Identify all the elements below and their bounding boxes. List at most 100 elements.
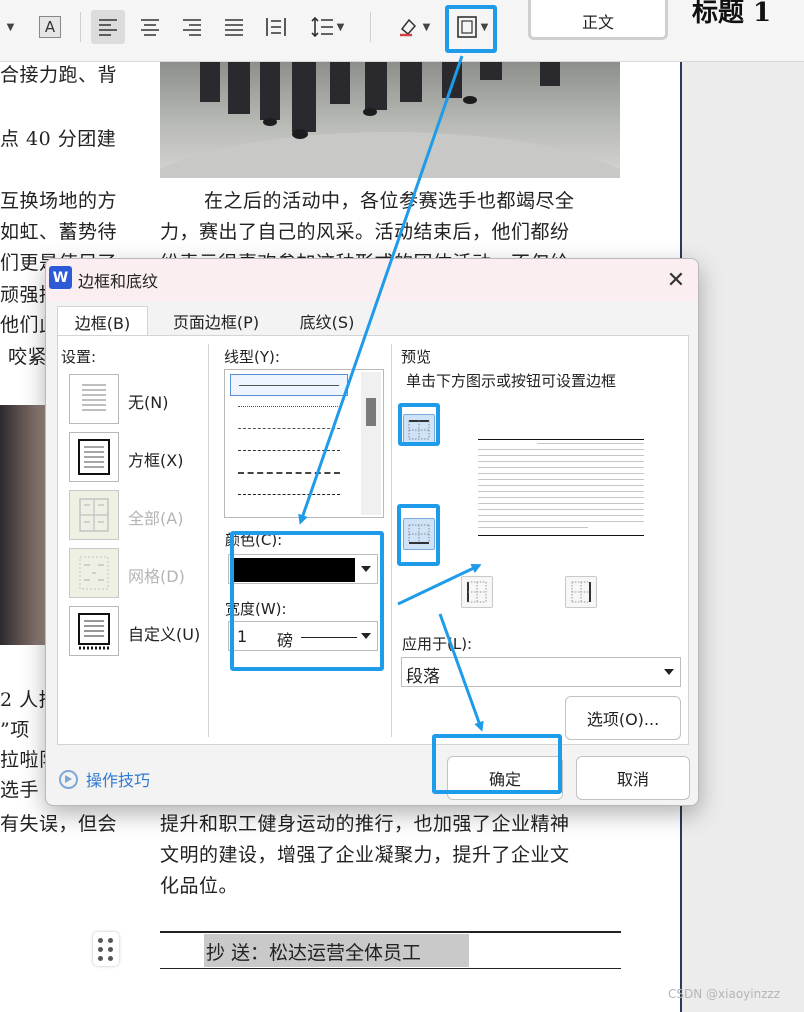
- setting-custom[interactable]: [69, 606, 119, 656]
- border-button-highlight: [445, 5, 497, 53]
- body-line: 提升和职工健身运动的推行，也加强了企业精神: [160, 813, 570, 835]
- preview-text-line: [478, 455, 644, 456]
- preview-text-line: [537, 443, 644, 444]
- align-center-button[interactable]: [135, 10, 165, 44]
- setting-none-icon: [82, 384, 106, 411]
- distributed-icon: [266, 18, 286, 36]
- preview-text-line: [478, 467, 644, 468]
- photo-jump-rope: [160, 62, 620, 178]
- options-button[interactable]: 选项(O)...: [565, 696, 681, 740]
- body-line: 化品位。: [160, 875, 239, 897]
- settings-label: 设置:: [61, 348, 97, 366]
- color-width-highlight: [230, 531, 384, 671]
- tab-shading[interactable]: 底纹(S): [290, 306, 364, 336]
- setting-all-label: 全部(A): [128, 509, 184, 528]
- left-column-line: 点 40 分团建: [0, 128, 117, 150]
- body-line: 力，赛出了自己的风采。活动结束后，他们都纷: [160, 221, 570, 243]
- apply-to-label: 应用于(L):: [402, 635, 473, 653]
- border-right-icon: [571, 581, 591, 603]
- setting-grid-icon: [79, 556, 109, 590]
- style-heading-label: 标题 1: [692, 0, 772, 28]
- align-right-icon: [183, 19, 201, 36]
- toolbar-divider: [370, 12, 371, 42]
- setting-grid: [69, 548, 119, 598]
- align-left-button[interactable]: [91, 10, 125, 44]
- tab-page-border[interactable]: 页面边框(P): [158, 306, 274, 336]
- preview-text-line: [478, 521, 644, 522]
- photo-activity-left: [0, 405, 45, 645]
- font-color-icon: A: [39, 16, 61, 38]
- preview-text-line: [478, 509, 644, 510]
- shading-icon: [399, 18, 416, 37]
- setting-all-icon: [79, 498, 109, 532]
- setting-none[interactable]: [69, 374, 119, 424]
- preview-left-border-button[interactable]: [461, 576, 493, 608]
- preview-text-line: [478, 503, 644, 504]
- left-column-line: 选手: [0, 779, 40, 801]
- tab-borders[interactable]: 边框(B): [57, 306, 148, 336]
- chevron-down-icon: ▼: [336, 21, 345, 33]
- tips-label: 操作技巧: [86, 771, 151, 790]
- align-left-icon: [99, 19, 117, 36]
- cc-text: 抄 送：松达运营全体员工: [206, 942, 422, 964]
- preview-bottom-border: [478, 535, 644, 536]
- setting-grid-label: 网格(D): [128, 567, 185, 586]
- setting-none-label[interactable]: 无(N): [128, 389, 168, 413]
- line-style-dash-dot[interactable]: [230, 462, 348, 484]
- toolbar-divider: [80, 12, 81, 42]
- setting-custom-icon: [78, 613, 110, 650]
- preview-area[interactable]: [442, 405, 682, 569]
- bottom-border-highlight: [397, 504, 440, 566]
- line-style-scrollbar[interactable]: [361, 372, 381, 515]
- top-border-highlight: [398, 403, 440, 446]
- preview-text-line: [478, 485, 644, 486]
- close-button[interactable]: ✕: [654, 261, 698, 299]
- line-spacing-button[interactable]: ▼: [304, 10, 350, 44]
- setting-all: [69, 490, 119, 540]
- preview-hint: 单击下方图示或按钮可设置边框: [406, 372, 617, 390]
- line-style-solid[interactable]: [230, 374, 348, 396]
- justify-button[interactable]: [219, 10, 249, 44]
- cc-bottom-rule: [160, 968, 621, 969]
- style-heading-1[interactable]: 标题 1: [692, 0, 771, 29]
- left-column-line: 有失误，但会: [0, 813, 118, 835]
- style-normal[interactable]: 正文: [528, 0, 668, 40]
- ribbon-toolbar: ▼ A ▼ ▼ ▼ 正文 标题 1: [0, 0, 804, 62]
- chevron-down-icon: ▼: [422, 21, 431, 33]
- drag-handle-icon[interactable]: [93, 932, 119, 966]
- watermark: CSDN @xiaoyinzzz: [668, 987, 781, 1001]
- chevron-down-icon[interactable]: ▼: [0, 10, 18, 44]
- justify-icon: [225, 19, 243, 36]
- align-center-icon: [141, 19, 159, 36]
- style-normal-label: 正文: [581, 13, 614, 32]
- play-circle-icon: [59, 769, 78, 789]
- line-style-dashed-long[interactable]: [230, 440, 348, 462]
- left-column-line: 合接力跑、背: [0, 64, 118, 86]
- scrollbar-thumb[interactable]: [366, 398, 376, 426]
- align-right-button[interactable]: [177, 10, 207, 44]
- preview-text-line: [478, 491, 644, 492]
- preview-text-line: [478, 479, 644, 480]
- left-column-line: 互换场地的方: [0, 190, 118, 212]
- setting-box[interactable]: [69, 432, 119, 482]
- line-spacing-icon: [311, 16, 333, 38]
- distributed-button[interactable]: [261, 10, 291, 44]
- line-style-dash-dot-dot[interactable]: [230, 484, 348, 506]
- cancel-button[interactable]: 取消: [576, 756, 690, 800]
- line-style-dotted[interactable]: [230, 396, 348, 418]
- line-style-dashed[interactable]: [230, 418, 348, 440]
- preview-text-line: [478, 473, 644, 474]
- apply-to-select[interactable]: 段落: [401, 657, 681, 687]
- shading-button[interactable]: ▼: [390, 10, 436, 44]
- left-column-line: ”项: [0, 719, 30, 741]
- left-column-line: 咬紧: [8, 346, 48, 368]
- font-color-button[interactable]: A: [36, 10, 64, 44]
- borders-shading-dialog: W 边框和底纹 ✕ 边框(B) 页面边框(P) 底纹(S) 设置: 无(N) 方…: [45, 258, 699, 806]
- preview-text-line: [478, 449, 644, 450]
- setting-custom-label[interactable]: 自定义(U): [128, 621, 200, 645]
- preview-right-border-button[interactable]: [565, 576, 597, 608]
- tips-link[interactable]: 操作技巧: [59, 767, 150, 791]
- dialog-title-bar[interactable]: W 边框和底纹 ✕: [46, 259, 698, 301]
- line-style-list[interactable]: [224, 369, 384, 518]
- setting-box-label[interactable]: 方框(X): [128, 447, 183, 471]
